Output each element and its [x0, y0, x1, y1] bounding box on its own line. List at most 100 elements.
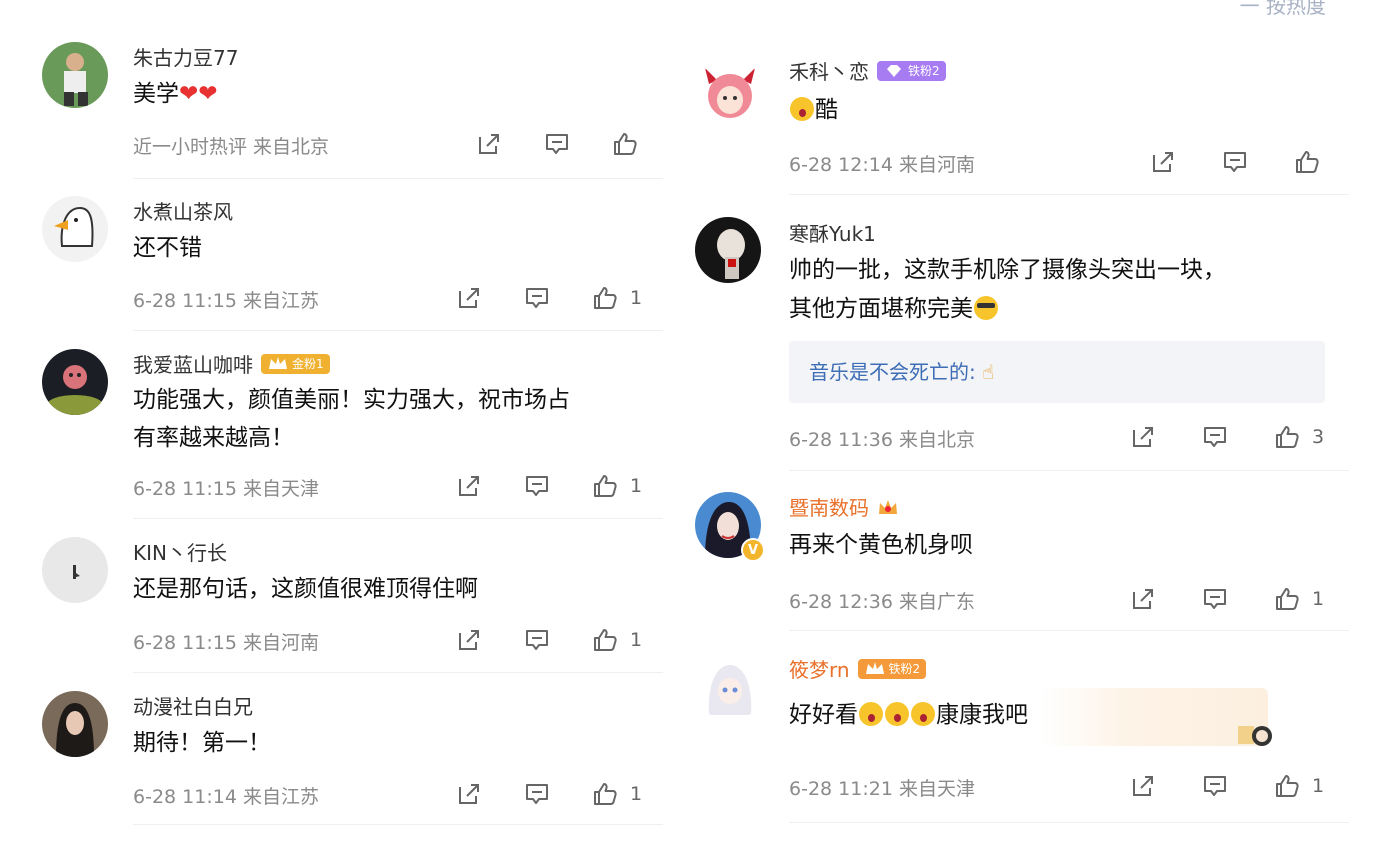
comment-meta: 6-28 11:15 来自江苏 [133, 290, 319, 312]
share-icon[interactable] [1130, 586, 1156, 612]
comment-text-line-2: 有率越来越高！ [133, 425, 294, 451]
username[interactable]: 寒酥Yuk1 [789, 218, 876, 247]
comment-icon[interactable] [1202, 424, 1228, 450]
comment-text: 还是那句话，这颜值很难顶得住啊 [133, 576, 478, 602]
fan-badge: 铁粉2 [877, 60, 946, 81]
like-button[interactable] [612, 131, 638, 157]
quoted-reply[interactable]: 音乐是不会死亡的: ☝ [789, 341, 1325, 403]
comment-text: 还不错 [133, 235, 202, 261]
divider [133, 824, 663, 825]
like-button[interactable]: 1 [592, 285, 642, 311]
avatar[interactable] [42, 537, 108, 603]
like-count: 3 [1312, 426, 1325, 448]
like-count: 1 [630, 783, 643, 805]
comment-meta: 6-28 11:15 来自河南 [133, 632, 319, 654]
avatar[interactable] [42, 691, 108, 757]
divider [789, 194, 1349, 195]
username[interactable]: KIN丶行长 [133, 537, 227, 566]
like-icon[interactable] [612, 131, 638, 157]
divider [133, 330, 663, 331]
comment-icon[interactable] [544, 131, 570, 157]
comment-actions [476, 131, 638, 157]
avatar[interactable] [42, 42, 108, 108]
divider [789, 822, 1349, 823]
crown-icon [879, 499, 897, 514]
crown-icon [865, 661, 884, 674]
comment-header: KIN丶行长 [133, 537, 227, 566]
comment-icon[interactable] [524, 473, 550, 499]
comment-actions: 1 [456, 781, 642, 807]
like-icon[interactable] [1294, 149, 1320, 175]
like-button[interactable]: 1 [1274, 773, 1324, 799]
like-count: 1 [630, 629, 643, 651]
like-button[interactable]: 3 [1274, 424, 1324, 450]
avatar[interactable] [697, 655, 763, 721]
shocked-emoji [885, 702, 909, 726]
divider [133, 178, 663, 179]
like-button[interactable]: 1 [592, 473, 642, 499]
comment-actions: 1 [456, 627, 642, 653]
avatar[interactable] [697, 58, 763, 124]
like-count: 1 [630, 475, 643, 497]
like-button[interactable]: 1 [592, 627, 642, 653]
avatar[interactable] [42, 196, 108, 262]
divider [133, 518, 663, 519]
share-icon[interactable] [456, 285, 482, 311]
share-icon[interactable] [456, 781, 482, 807]
share-icon[interactable] [1130, 773, 1156, 799]
like-button[interactable] [1294, 149, 1320, 175]
share-icon[interactable] [1150, 149, 1176, 175]
share-icon[interactable] [456, 473, 482, 499]
crown-icon [269, 356, 287, 369]
comment-icon[interactable] [1222, 149, 1248, 175]
comment-meta: 6-28 11:21 来自天津 [789, 778, 975, 800]
username[interactable]: 朱古力豆77 [133, 42, 238, 71]
like-icon[interactable] [592, 627, 618, 653]
username[interactable]: 筱梦rn [789, 654, 850, 683]
comment-text-line-1: 功能强大，颜值美丽！实力强大，祝市场占 [133, 387, 570, 413]
like-icon[interactable] [1274, 424, 1300, 450]
share-icon[interactable] [456, 627, 482, 653]
username[interactable]: 动漫社白白兄 [133, 691, 253, 720]
comment-meta: 6-28 11:15 来自天津 [133, 478, 319, 500]
comment-header: 我爱蓝山咖啡 金粉1 [133, 349, 330, 378]
comment-meta: 近一小时热评 来自北京 [133, 136, 330, 158]
comment-text: 再来个黄色机身呗 [789, 532, 973, 558]
comment-icon[interactable] [524, 781, 550, 807]
like-count: 1 [630, 287, 643, 309]
username[interactable]: 水煮山茶风 [133, 196, 233, 225]
comment-text: 美学❤❤ [133, 81, 218, 107]
like-button[interactable]: 1 [1274, 586, 1324, 612]
avatar[interactable] [42, 349, 108, 415]
like-button[interactable]: 1 [592, 781, 642, 807]
comment-actions: 1 [1130, 586, 1324, 612]
like-icon[interactable] [1274, 586, 1300, 612]
like-icon[interactable] [1274, 773, 1300, 799]
comment-icon[interactable] [1202, 773, 1228, 799]
comment-header: 朱古力豆77 [133, 42, 238, 71]
username[interactable]: 禾科丶恋 [789, 56, 869, 85]
like-icon[interactable] [592, 781, 618, 807]
comment-icon[interactable] [524, 627, 550, 653]
divider [789, 630, 1349, 631]
comment-header: 寒酥Yuk1 [789, 218, 876, 247]
comment-header: 禾科丶恋 铁粉2 [789, 56, 946, 85]
username[interactable]: 我爱蓝山咖啡 [133, 349, 253, 378]
comment-text: 酷 [789, 91, 838, 129]
comment-meta: 6-28 11:36 来自北京 [789, 429, 975, 451]
like-icon[interactable] [592, 473, 618, 499]
sort-by-hot-link[interactable]: 一 按热度 [1240, 0, 1326, 19]
share-icon[interactable] [1130, 424, 1156, 450]
comment-icon[interactable] [524, 285, 550, 311]
comment-icon[interactable] [1202, 586, 1228, 612]
comment-text: 期待！第一！ [133, 730, 271, 756]
username[interactable]: 暨南数码 [789, 492, 869, 521]
comment-actions: 1 [456, 285, 642, 311]
share-icon[interactable] [476, 131, 502, 157]
comment-header: 动漫社白白兄 [133, 691, 253, 720]
like-icon[interactable] [592, 285, 618, 311]
avatar[interactable] [695, 217, 761, 283]
divider [133, 672, 663, 673]
comment-meta: 6-28 12:36 来自广东 [789, 591, 975, 613]
heart-emoji: ❤❤ [179, 81, 218, 107]
